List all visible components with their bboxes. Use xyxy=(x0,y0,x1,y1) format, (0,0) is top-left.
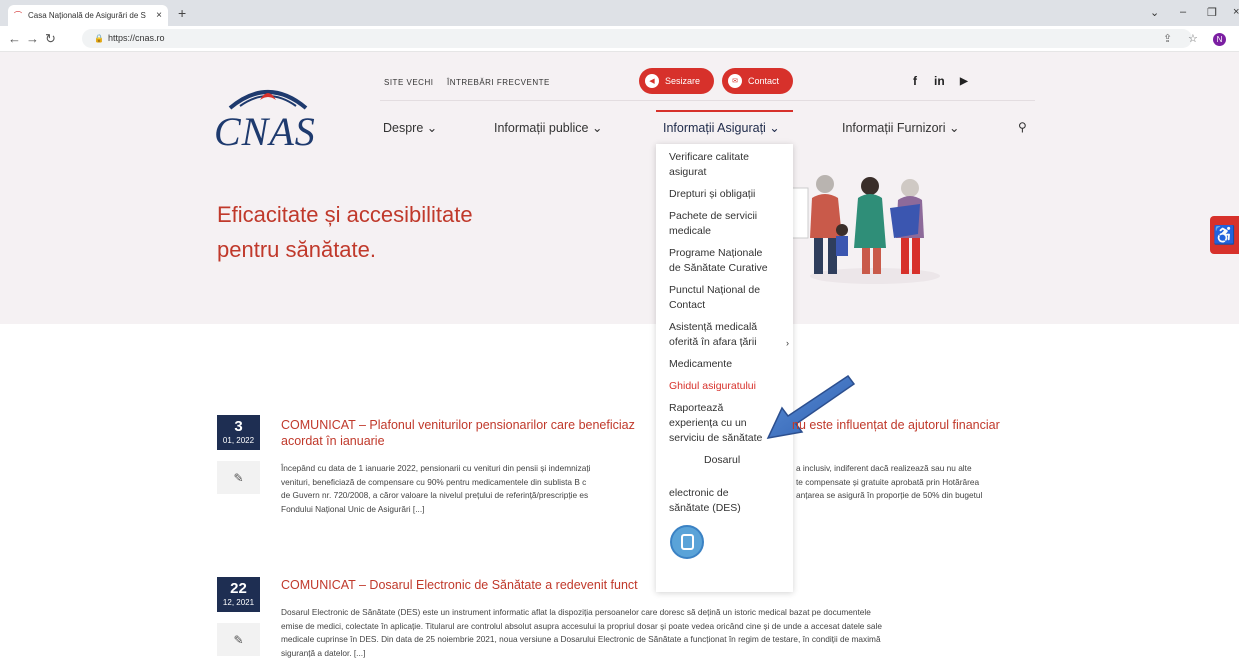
news-date-badge: 22 12, 2021 xyxy=(217,577,260,612)
dd-raporteaza-experienta[interactable]: Raportează experiența cu un serviciu de … xyxy=(669,401,769,446)
news-excerpt-right: a inclusiv, indiferent dacă realizează s… xyxy=(796,462,1036,503)
dd-ghidul-asiguratului[interactable]: Ghidul asiguratului xyxy=(669,379,769,394)
hero-title-line2: pentru sănătate. xyxy=(217,237,377,262)
reload-icon[interactable]: ↻ xyxy=(45,31,56,47)
dd-asistenta-label: Asistență medicală oferită în afara țări… xyxy=(669,321,758,348)
contact-button[interactable]: ✉ Contact xyxy=(722,68,794,94)
dd-des-label-2[interactable]: electronic de sănătate (DES) xyxy=(669,486,769,516)
news-excerpt-line: de Guvern nr. 720/2008, a căror valoare … xyxy=(281,490,589,500)
tab-title: Casa Națională de Asigurări de S xyxy=(28,11,146,20)
news-excerpt-line: te compensate și gratuite aprobată prin … xyxy=(796,476,980,487)
des-badge-icon[interactable] xyxy=(670,525,704,559)
asigurati-dropdown: Verificare calitate asigurat Drepturi și… xyxy=(656,144,793,592)
family-illustration xyxy=(789,175,940,284)
news-title[interactable]: COMUNICAT – Dosarul Electronic de Sănăta… xyxy=(281,577,638,593)
wheelchair-icon: ♿ xyxy=(1213,224,1236,245)
nav-informatii-furnizori[interactable]: Informații Furnizori ⌄ xyxy=(842,120,959,135)
contact-label: Contact xyxy=(748,76,780,86)
news-excerpt-line: anțarea se asigură în proporție de 50% d… xyxy=(796,490,983,500)
news-excerpt-line: emise de medici, colectate în aplicație.… xyxy=(281,620,882,631)
back-icon[interactable]: ← xyxy=(8,31,21,46)
news-day: 3 xyxy=(234,418,243,435)
news-excerpt-line: Fondului Național Unic de Asigurări [...… xyxy=(281,503,425,514)
news-month-year: 01, 2022 xyxy=(222,436,255,445)
faq-link[interactable]: ÎNTREBĂRI FRECVENTE xyxy=(447,78,550,87)
news-excerpt-line: medicale cuprinse în DES. Din data de 25… xyxy=(281,634,881,644)
news-format-badge: ✎ xyxy=(217,623,260,656)
sesizare-button[interactable]: ◀ Sesizare xyxy=(639,68,715,94)
pen-icon: ✎ xyxy=(233,632,244,647)
minimize-icon[interactable]: – xyxy=(1180,6,1186,18)
dd-verificare-calitate[interactable]: Verificare calitate asigurat xyxy=(669,150,769,180)
news-month-year: 12, 2021 xyxy=(222,598,255,607)
dd-des-label-1[interactable]: Dosarul xyxy=(704,453,784,468)
active-nav-indicator xyxy=(656,110,793,112)
close-tab-icon[interactable]: × xyxy=(156,10,162,21)
news-excerpt: Începând cu data de 1 ianuarie 2022, pen… xyxy=(281,462,656,516)
header-divider xyxy=(380,100,1035,101)
sesizare-label: Sesizare xyxy=(665,76,701,86)
hero-title-line1: Eficacitate și accesibilitate xyxy=(217,202,473,227)
nav-informatii-publice[interactable]: Informații publice ⌄ xyxy=(494,120,602,135)
new-tab-button[interactable]: + xyxy=(178,5,186,21)
nav-despre[interactable]: Despre ⌄ xyxy=(383,120,437,135)
news-title-part2[interactable]: nu este influențat de ajutorul financiar xyxy=(792,417,1000,433)
news-excerpt-line: a inclusiv, indiferent dacă realizează s… xyxy=(796,463,972,473)
youtube-icon[interactable]: ▶ xyxy=(960,76,968,87)
nav-informatii-asigurati[interactable]: Informații Asigurați ⌄ xyxy=(663,120,780,135)
megaphone-icon: ◀ xyxy=(645,74,659,88)
news-excerpt: Dosarul Electronic de Sănătate (DES) est… xyxy=(281,606,1031,660)
site-vechi-link[interactable]: SITE VECHI xyxy=(384,78,433,87)
chevron-right-icon: › xyxy=(786,338,789,348)
dd-punctul-national[interactable]: Punctul Național de Contact xyxy=(669,283,769,313)
dd-drepturi-obligatii[interactable]: Drepturi și obligații xyxy=(669,187,769,202)
news-excerpt-line: Dosarul Electronic de Sănătate (DES) est… xyxy=(281,607,871,617)
lock-icon: 🔒 xyxy=(94,34,104,43)
cnas-logo[interactable]: CNAS xyxy=(214,80,324,154)
news-excerpt-line: Începând cu data de 1 ianuarie 2022, pen… xyxy=(281,463,591,473)
annotation-arrow-icon xyxy=(766,374,856,439)
close-window-icon[interactable]: × xyxy=(1233,6,1239,18)
dd-medicamente[interactable]: Medicamente xyxy=(669,357,769,372)
news-day: 22 xyxy=(230,580,247,597)
envelope-icon: ✉ xyxy=(728,74,742,88)
logo-text: CNAS xyxy=(214,109,316,154)
url-text: https://cnas.ro xyxy=(107,33,165,43)
share-icon[interactable]: ⇪ xyxy=(1163,32,1172,45)
profile-avatar[interactable]: N xyxy=(1213,33,1226,46)
browser-tabbar: ⌒ Casa Națională de Asigurări de S × + ⌄… xyxy=(0,0,1239,26)
favicon-icon: ⌒ xyxy=(14,10,22,20)
linkedin-icon[interactable]: in xyxy=(934,74,945,88)
news-format-badge: ✎ xyxy=(217,461,260,494)
bookmark-star-icon[interactable]: ☆ xyxy=(1188,32,1198,45)
browser-tab[interactable]: ⌒ Casa Națională de Asigurări de S × xyxy=(8,5,168,26)
dd-programe-nationale[interactable]: Programe Naționale de Sănătate Curative xyxy=(669,246,769,276)
accessibility-button[interactable]: ♿ xyxy=(1210,216,1239,254)
forward-icon[interactable]: → xyxy=(26,31,39,46)
search-icon[interactable]: ⚲ xyxy=(1018,120,1027,134)
pen-icon: ✎ xyxy=(233,470,244,485)
news-title-line2[interactable]: acordat în ianuarie xyxy=(281,433,385,449)
dd-pachete-servicii[interactable]: Pachete de servicii medicale xyxy=(669,209,769,239)
url-field[interactable]: 🔒 https://cnas.ro xyxy=(82,29,1192,48)
hero-section xyxy=(0,52,1239,324)
news-title-part1[interactable]: COMUNICAT – Plafonul veniturilor pension… xyxy=(281,417,635,433)
tab-search-icon[interactable]: ⌄ xyxy=(1150,6,1159,19)
dd-asistenta-medicala[interactable]: Asistență medicală oferită în afara țări… xyxy=(669,320,789,350)
facebook-icon[interactable]: f xyxy=(913,74,917,88)
news-excerpt-line: venituri, beneficiază de compensare cu 9… xyxy=(281,476,587,487)
address-bar: ← → ↻ 🔒 https://cnas.ro ⇪ ☆ xyxy=(0,26,1239,52)
news-date-badge: 3 01, 2022 xyxy=(217,415,260,450)
maximize-icon[interactable]: ❐ xyxy=(1207,6,1217,19)
news-excerpt-line: siguranță a datelor. [...] xyxy=(281,647,366,658)
